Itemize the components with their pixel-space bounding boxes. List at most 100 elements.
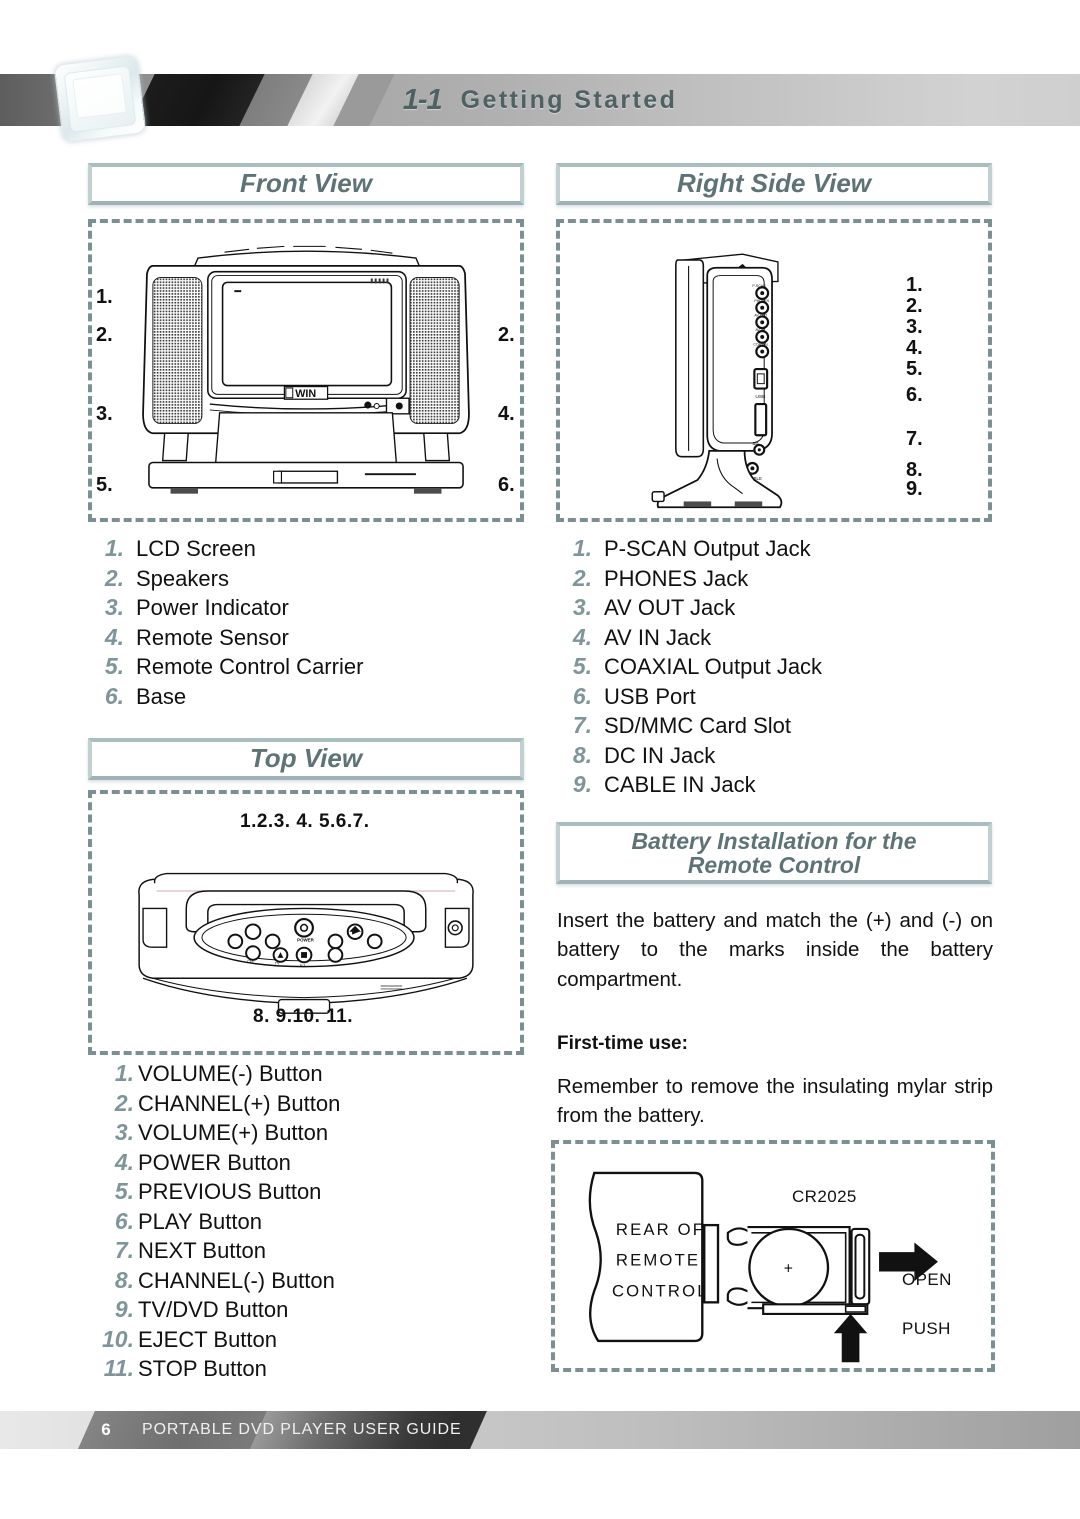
list-item: 3. Power Indicator <box>88 594 528 624</box>
list-item: 4. AV IN Jack <box>556 624 996 654</box>
list-item: 9. TV/DVD Button <box>84 1296 534 1326</box>
front-view-section-header: Front View <box>88 163 524 205</box>
right-side-callout-6: 6. <box>906 384 923 406</box>
list-item-number: 5. <box>104 653 124 679</box>
list-item: 9. CABLE IN Jack <box>556 771 996 801</box>
right-side-callout-5: 5. <box>906 358 923 380</box>
list-item-number: 7. <box>572 712 592 738</box>
battery-instruction-paragraph: Insert the battery and match the (+) and… <box>557 909 993 991</box>
front-callout-6: 6. <box>498 474 515 496</box>
svg-text:PHONES: PHONES <box>754 299 770 303</box>
right-side-callout-9: 9. <box>906 478 923 500</box>
svg-text:USB: USB <box>755 394 765 400</box>
list-item-label: CHANNEL(-) Button <box>138 1267 335 1293</box>
list-item-label: SD/MMC Card Slot <box>604 713 792 738</box>
svg-text:COAXIAL: COAXIAL <box>753 343 768 347</box>
list-item: 1. P-SCAN Output Jack <box>556 535 996 565</box>
list-item-number: 1. <box>104 535 124 561</box>
list-item-number: 4. <box>104 623 124 650</box>
top-view-section-header: Top View <box>88 738 524 780</box>
list-item-label: P-SCAN Output Jack <box>604 536 811 561</box>
list-item-number: 6. <box>104 682 124 709</box>
battery-title-line1: Battery Installation for the <box>631 827 917 854</box>
list-item: 2. CHANNEL(+) Button <box>84 1090 534 1120</box>
front-view-item-list: 1. LCD Screen 2. Speakers 3. Power Indicator 4… <box>88 535 528 712</box>
list-item-label: PLAY Button <box>138 1208 262 1234</box>
list-item: 6. PLAY Button <box>84 1208 534 1238</box>
battery-section-header: Battery Installation for the Remote Cont… <box>556 822 992 884</box>
list-item: 11. STOP Button <box>84 1355 534 1385</box>
list-item-number: 5. <box>114 1178 134 1204</box>
footer-guide-title: PORTABLE DVD PLAYER USER GUIDE <box>142 1421 462 1438</box>
footer-page-number: 6 <box>101 1420 111 1439</box>
list-item: 7. SD/MMC Card Slot <box>556 712 996 742</box>
list-item-number: 10. <box>102 1325 134 1352</box>
list-item-label: PREVIOUS Button <box>138 1179 322 1204</box>
front-view-illustration: WIN <box>121 245 491 494</box>
list-item-number: 5. <box>572 653 592 679</box>
list-item-number: 7. <box>114 1237 134 1263</box>
list-item: 3. AV OUT Jack <box>556 594 996 624</box>
svg-text:POWER: POWER <box>297 937 314 942</box>
list-item-number: 4. <box>572 623 592 650</box>
list-item-number: 2. <box>104 564 124 591</box>
top-view-callouts-top: 1.2.3. 4. 5.6.7. <box>240 811 370 832</box>
svg-text:AV OUT: AV OUT <box>754 313 768 317</box>
list-item-number: 3. <box>104 594 124 620</box>
open-label: OPEN <box>902 1270 952 1289</box>
list-item-label: Base <box>136 683 187 709</box>
right-side-view-item-list: 1. P-SCAN Output Jack 2. PHONES Jack 3. AV OU… <box>556 535 996 801</box>
banner-title-group: 1-1 Getting Started <box>0 74 1080 126</box>
top-view-item-list: 1. VOLUME(-) Button 2. CHANNEL(+) Button 3. V… <box>84 1060 534 1385</box>
list-item-number: 1. <box>114 1060 134 1086</box>
first-time-use-text: Remember to remove the insulating mylar … <box>557 1075 993 1128</box>
list-item-label: Remote Sensor <box>136 624 289 650</box>
glass-cube-icon <box>53 55 147 143</box>
top-view-callouts-bottom: 8. 9.10. 11. <box>253 1006 354 1027</box>
list-item-label: CABLE IN Jack <box>604 772 756 797</box>
list-item-label: EJECT Button <box>138 1326 277 1352</box>
list-item-number: 9. <box>572 771 592 797</box>
list-item-label: Speakers <box>136 565 229 591</box>
push-label: PUSH <box>902 1319 951 1338</box>
control-text: CONTROL <box>612 1282 709 1301</box>
right-side-callout-7: 7. <box>906 428 923 450</box>
list-item: 2. PHONES Jack <box>556 565 996 595</box>
list-item-number: 8. <box>114 1266 134 1293</box>
right-side-callout-2: 2. <box>906 295 923 317</box>
svg-text:AV IN: AV IN <box>755 328 764 332</box>
list-item-number: 2. <box>572 564 592 591</box>
front-callout-2-left: 2. <box>96 324 113 346</box>
list-item-number: 11. <box>103 1355 134 1381</box>
list-item-label: STOP Button <box>138 1356 267 1381</box>
right-side-view-diagram: P-SCAN PHONES AV OUT AV IN COAXIAL USB SD C… <box>556 219 992 522</box>
list-item-label: POWER Button <box>138 1149 291 1175</box>
list-item-label: VOLUME(+) Button <box>138 1120 329 1145</box>
list-item-label: LCD Screen <box>136 536 256 561</box>
section-number: 1-1 <box>402 83 443 116</box>
front-view-title: Front View <box>240 168 372 199</box>
list-item-label: Power Indicator <box>136 595 289 620</box>
list-item: 7. NEXT Button <box>84 1237 534 1267</box>
list-item-number: 4. <box>114 1148 134 1175</box>
list-item-number: 6. <box>114 1207 134 1234</box>
list-item: 5. COAXIAL Output Jack <box>556 653 996 683</box>
first-time-use-heading: First-time use: <box>557 1033 688 1054</box>
list-item: 6. USB Port <box>556 683 996 713</box>
right-side-callout-1: 1. <box>906 274 923 296</box>
list-item-label: AV IN Jack <box>604 624 712 650</box>
battery-model-label: CR2025 <box>792 1187 857 1206</box>
list-item-number: 6. <box>572 682 592 709</box>
list-item-label: NEXT Button <box>138 1238 266 1263</box>
list-item: 5. Remote Control Carrier <box>88 653 528 683</box>
right-side-callout-4: 4. <box>906 337 923 359</box>
list-item-label: Remote Control Carrier <box>136 654 364 679</box>
list-item-number: 8. <box>572 741 592 768</box>
list-item-number: 3. <box>114 1119 134 1145</box>
page-footer: 6 PORTABLE DVD PLAYER USER GUIDE <box>0 1411 1080 1449</box>
remote-text: REMOTE <box>616 1251 700 1270</box>
right-side-callout-3: 3. <box>906 316 923 338</box>
list-item-label: PHONES Jack <box>604 565 749 591</box>
svg-text:P-SCAN: P-SCAN <box>752 284 766 288</box>
list-item-label: COAXIAL Output Jack <box>604 654 823 679</box>
